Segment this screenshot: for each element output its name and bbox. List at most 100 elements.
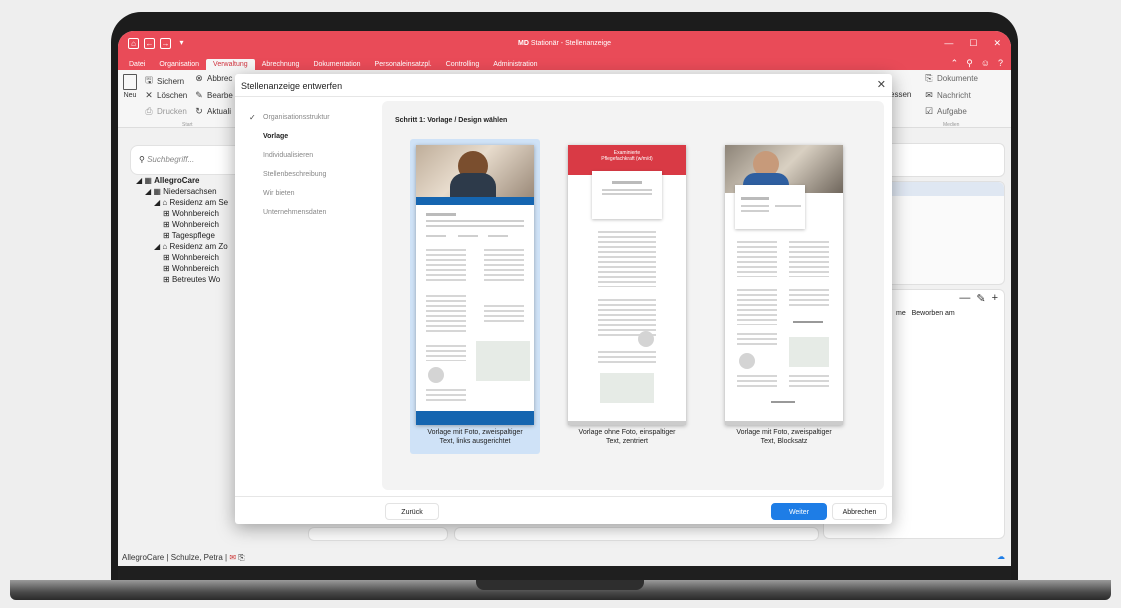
plus-icon[interactable]: + (992, 292, 998, 305)
column-headers: me Beworben am (896, 310, 955, 317)
menu-administration[interactable]: Administration (486, 61, 544, 70)
template-card-2[interactable]: Examinierte Pflegefachkraft (w/m/d) Vorla… (562, 139, 692, 454)
refresh-icon: ↻ (195, 106, 203, 116)
template-card-1[interactable]: Vorlage mit Foto, zweispaltiger Text, lin… (410, 139, 540, 454)
step-vorlage[interactable]: Vorlage (249, 127, 330, 146)
search-icon: ⚲ (139, 155, 145, 164)
minus-icon[interactable]: — (959, 292, 970, 305)
tree-node-icon: ⊞ (163, 209, 172, 218)
laptop-notch (476, 580, 644, 590)
status-mail-icon[interactable]: ✉ (229, 553, 236, 562)
tree-item[interactable]: ◢ ⌂ Residenz am Zo (136, 241, 228, 252)
menu-datei[interactable]: Datei (122, 61, 152, 70)
next-button[interactable]: Weiter (771, 503, 827, 520)
menu-organisation[interactable]: Organisation (152, 61, 206, 70)
template-3-caption-line1: Vorlage mit Foto, zweispaltiger (736, 429, 832, 436)
essen-button[interactable]: essen (890, 90, 911, 99)
step-individualisieren[interactable]: Individualisieren (249, 146, 330, 165)
photo-woman (416, 145, 534, 197)
template-1-caption-line1: Vorlage mit Foto, zweispaltiger (427, 429, 523, 436)
step-label: Wir bieten (263, 190, 295, 197)
tree-item[interactable]: ⊞ Wohnbereich (136, 219, 228, 230)
tree-item[interactable]: ◢ ▦ Niedersachsen (136, 186, 228, 197)
print-button[interactable]: ⎙ Drucken (144, 106, 187, 117)
blue-band (416, 197, 534, 205)
step-organisationsstruktur[interactable]: ✓ Organisationsstruktur (249, 108, 330, 127)
pencil-icon[interactable]: ✎ (976, 292, 985, 305)
delete-label: Löschen (157, 91, 188, 100)
print-label: Drucken (157, 107, 187, 116)
tree-node-icon: ⊞ (163, 264, 172, 273)
cancel-button[interactable]: Abbrechen (832, 503, 887, 520)
smiley-icon[interactable]: ☺ (981, 58, 990, 69)
cloud-icon[interactable]: ☁ (997, 552, 1005, 561)
list-actions: — ✎ + (959, 292, 998, 305)
tree-item[interactable]: ⊞ Wohnbereich (136, 263, 228, 274)
new-button[interactable]: Neu (121, 74, 139, 99)
menu-controlling[interactable]: Controlling (439, 61, 486, 70)
help-icon[interactable]: ? (998, 58, 1003, 69)
dialog-title: Stellenanzeige entwerfen (241, 81, 343, 91)
menu-verwaltung[interactable]: Verwaltung (206, 59, 255, 70)
menu-personaleinsatz[interactable]: Personaleinsatzpl. (368, 61, 439, 70)
bottom-dark-strip (118, 566, 1011, 580)
step-label: Stellenbeschreibung (263, 171, 327, 178)
message-button[interactable]: ✉ Nachricht (924, 90, 971, 101)
collapse-ribbon-icon[interactable]: ⌃ (951, 58, 959, 69)
edit-button[interactable]: ✎ Bearbe (194, 90, 233, 101)
tree-item[interactable]: ⊞ Tagespflege (136, 230, 228, 241)
step-stellenbeschreibung[interactable]: Stellenbeschreibung (249, 165, 330, 184)
step-unternehmensdaten[interactable]: Unternehmensdaten (249, 203, 330, 222)
tree-item-label: Wohnbereich (171, 253, 219, 262)
delete-button[interactable]: ✕ Löschen (144, 90, 187, 101)
documents-button[interactable]: ⎘ Dokumente (924, 73, 978, 84)
save-label: Sichern (157, 76, 185, 86)
stellenanzeige-dialog: Stellenanzeige entwerfen ✕ ✓ Organisation… (235, 74, 892, 524)
tree-node-icon: ◢ ⌂ (154, 242, 170, 251)
documents-label: Dokumente (937, 74, 978, 83)
template-2-caption: Vorlage ohne Foto, einspaltiger Text, zen… (562, 428, 692, 446)
tree-node-icon: ⊞ (163, 220, 172, 229)
wizard-content: Schritt 1: Vorlage / Design wählen Vorla… (382, 101, 884, 490)
template-card-3[interactable]: Vorlage mit Foto, zweispaltiger Text, Blo… (719, 139, 849, 454)
search-placeholder: Suchbegriff... (147, 155, 195, 164)
tree-item[interactable]: ⊞ Wohnbereich (136, 208, 228, 219)
new-label: Neu (123, 92, 137, 99)
status-clipboard-icon[interactable]: ⎘ (238, 553, 244, 562)
tree-item[interactable]: ⊞ Betreutes Wo (136, 274, 228, 285)
bottom-panel-left (308, 527, 448, 541)
col-me[interactable]: me (896, 310, 906, 317)
start-group-label: Start (182, 122, 193, 128)
notification-icon[interactable]: ⚲ (966, 58, 973, 69)
documents-icon: ⎘ (925, 73, 933, 83)
tree-item-label: Wohnbereich (171, 220, 219, 229)
task-button[interactable]: ☑ Aufgabe (924, 106, 967, 117)
close-window-icon[interactable]: ✕ (993, 38, 1001, 49)
cancel-ribbon-button[interactable]: ⊗ Abbrec (194, 73, 232, 84)
col-beworben-am[interactable]: Beworben am (912, 310, 955, 317)
tree-item-label: Residenz am Zo (169, 242, 228, 251)
message-label: Nachricht (937, 91, 971, 100)
tree-item-label: Residenz am Se (169, 198, 229, 207)
menu-abrechnung[interactable]: Abrechnung (255, 61, 307, 70)
tree-item[interactable]: ⊞ Wohnbereich (136, 252, 228, 263)
back-button[interactable]: Zurück (385, 503, 439, 520)
tree-item[interactable]: ◢ ⌂ Residenz am Se (136, 197, 228, 208)
menu-right-icons: ⌃ ⚲ ☺ ? (951, 58, 1003, 69)
tree-node-icon: ⊞ (163, 275, 172, 284)
menu-dokumentation[interactable]: Dokumentation (306, 61, 367, 70)
check-icon: ✓ (249, 113, 256, 122)
template-2-preview: Examinierte Pflegefachkraft (w/m/d) (568, 145, 686, 425)
mail-icon: ✉ (925, 90, 933, 100)
minimize-icon[interactable]: — (944, 38, 953, 49)
refresh-button[interactable]: ↻ Aktuali (194, 106, 231, 117)
window-controls: — ☐ ✕ (944, 38, 1001, 49)
template-3-caption-line2: Text, Blocksatz (760, 438, 808, 445)
save-button[interactable]: 🖫 Sichern (144, 73, 184, 89)
tree-item[interactable]: ◢ ▦ AllegroCare (136, 175, 228, 186)
dialog-close-icon[interactable]: ✕ (877, 78, 886, 91)
step-wir-bieten[interactable]: Wir bieten (249, 184, 330, 203)
delete-icon: ✕ (145, 90, 153, 100)
template-2-caption-line2: Text, zentriert (605, 438, 648, 445)
maximize-icon[interactable]: ☐ (969, 38, 977, 49)
